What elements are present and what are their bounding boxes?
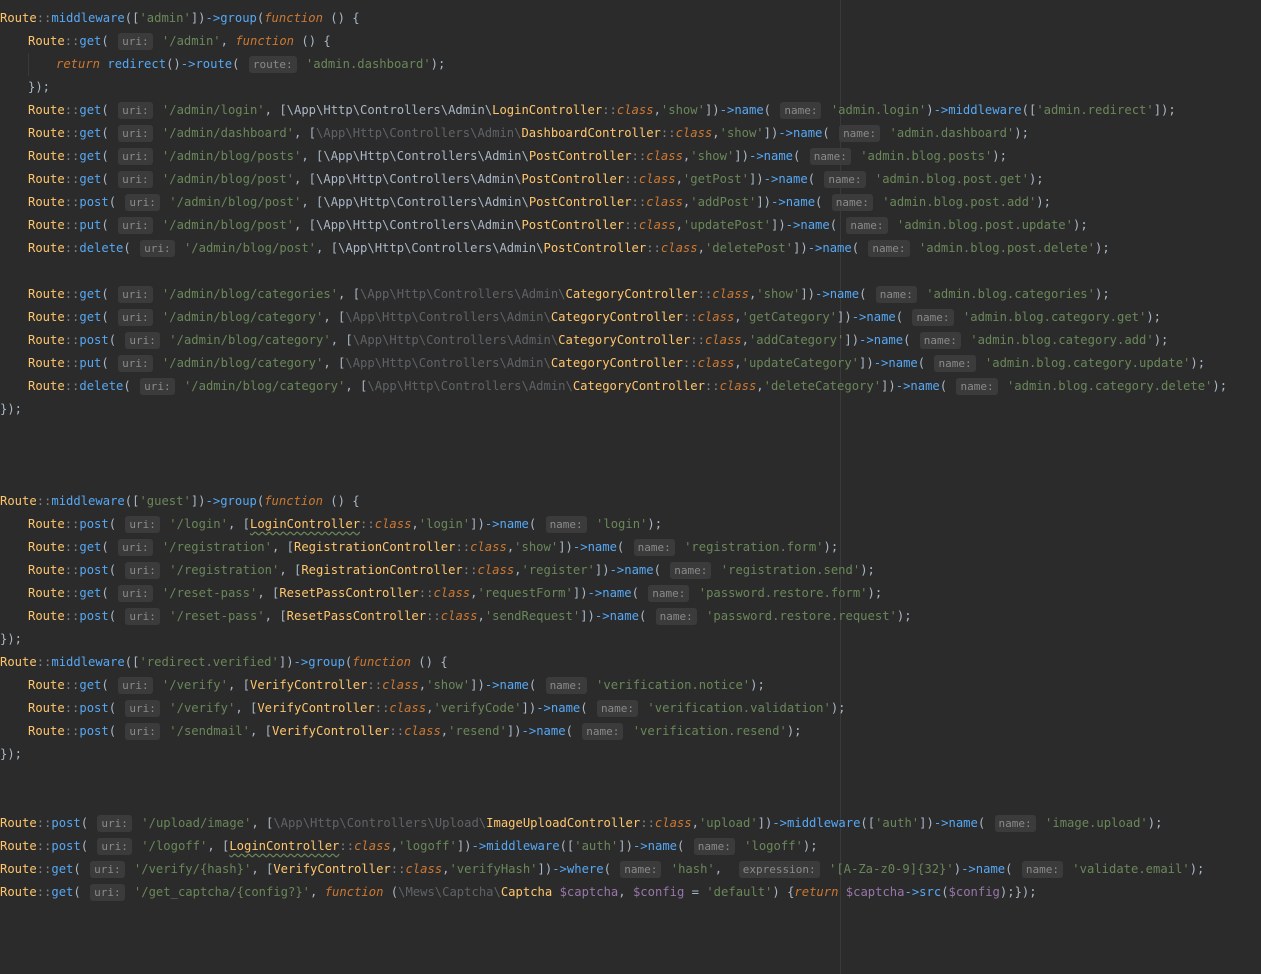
code-line[interactable]: Route::post( uri: '/admin/blog/post', [\… bbox=[0, 191, 1261, 214]
code-line[interactable]: Route::get( uri: '/admin/blog/posts', [\… bbox=[0, 145, 1261, 168]
code-line[interactable]: Route::put( uri: '/admin/blog/category',… bbox=[0, 352, 1261, 375]
code-line[interactable] bbox=[0, 421, 1261, 444]
code-line[interactable] bbox=[0, 260, 1261, 283]
code-line[interactable]: return redirect()->route( route: 'admin.… bbox=[0, 53, 1261, 76]
code-area[interactable]: Route::middleware(['admin'])->group(func… bbox=[0, 7, 1261, 904]
code-line[interactable]: Route::post( uri: '/logoff', [LoginContr… bbox=[0, 835, 1261, 858]
code-line[interactable] bbox=[0, 467, 1261, 490]
code-editor-window: { "editor": { "language": "php", "lines"… bbox=[0, 0, 1261, 974]
code-line[interactable]: Route::get( uri: '/admin', function () { bbox=[0, 30, 1261, 53]
code-line[interactable]: Route::middleware(['admin'])->group(func… bbox=[0, 7, 1261, 30]
code-line[interactable] bbox=[0, 444, 1261, 467]
code-line[interactable]: Route::get( uri: '/admin/blog/post', [\A… bbox=[0, 168, 1261, 191]
code-line[interactable]: Route::get( uri: '/registration', [Regis… bbox=[0, 536, 1261, 559]
code-line[interactable]: Route::post( uri: '/reset-pass', [ResetP… bbox=[0, 605, 1261, 628]
code-line[interactable]: }); bbox=[0, 398, 1261, 421]
code-line[interactable]: Route::post( uri: '/verify', [VerifyCont… bbox=[0, 697, 1261, 720]
code-line[interactable]: Route::post( uri: '/registration', [Regi… bbox=[0, 559, 1261, 582]
code-line[interactable]: Route::get( uri: '/verify', [VerifyContr… bbox=[0, 674, 1261, 697]
code-line[interactable]: Route::delete( uri: '/admin/blog/post', … bbox=[0, 237, 1261, 260]
indent-guide bbox=[28, 53, 29, 76]
code-line[interactable]: Route::post( uri: '/upload/image', [\App… bbox=[0, 812, 1261, 835]
code-line[interactable]: Route::get( uri: '/admin/login', [\App\H… bbox=[0, 99, 1261, 122]
code-line[interactable]: Route::delete( uri: '/admin/blog/categor… bbox=[0, 375, 1261, 398]
code-line[interactable]: }); bbox=[0, 628, 1261, 651]
code-line[interactable]: Route::get( uri: '/admin/dashboard', [\A… bbox=[0, 122, 1261, 145]
code-line[interactable]: }); bbox=[0, 743, 1261, 766]
code-line[interactable]: Route::get( uri: '/admin/blog/category',… bbox=[0, 306, 1261, 329]
code-line[interactable]: Route::middleware(['redirect.verified'])… bbox=[0, 651, 1261, 674]
code-line[interactable]: Route::post( uri: '/sendmail', [VerifyCo… bbox=[0, 720, 1261, 743]
code-line[interactable]: }); bbox=[0, 76, 1261, 99]
code-line[interactable]: Route::get( uri: '/reset-pass', [ResetPa… bbox=[0, 582, 1261, 605]
code-line[interactable]: Route::get( uri: '/get_captcha/{config?}… bbox=[0, 881, 1261, 904]
code-line[interactable] bbox=[0, 789, 1261, 812]
code-line[interactable]: Route::post( uri: '/login', [LoginContro… bbox=[0, 513, 1261, 536]
code-line[interactable]: Route::post( uri: '/admin/blog/category'… bbox=[0, 329, 1261, 352]
code-line[interactable]: Route::put( uri: '/admin/blog/post', [\A… bbox=[0, 214, 1261, 237]
code-line[interactable]: Route::middleware(['guest'])->group(func… bbox=[0, 490, 1261, 513]
code-line[interactable] bbox=[0, 766, 1261, 789]
code-line[interactable]: Route::get( uri: '/admin/blog/categories… bbox=[0, 283, 1261, 306]
code-line[interactable]: Route::get( uri: '/verify/{hash}', [Veri… bbox=[0, 858, 1261, 881]
